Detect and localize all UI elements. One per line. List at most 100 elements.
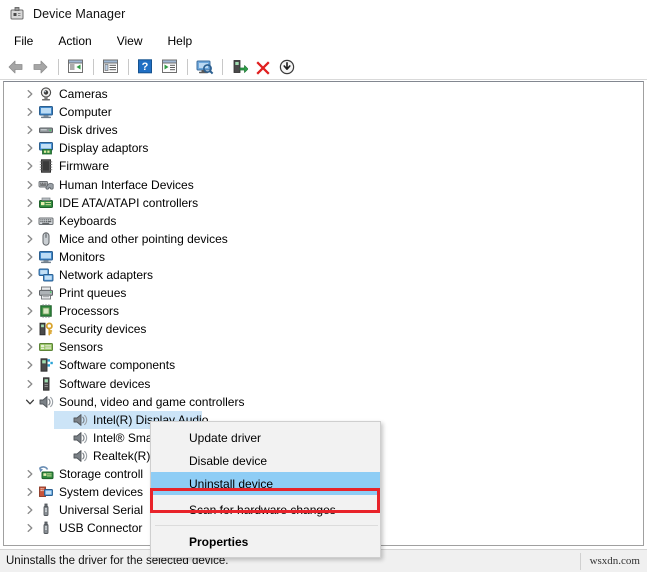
menu-file[interactable]: File xyxy=(10,31,43,51)
tree-node[interactable]: Cameras xyxy=(4,85,643,103)
chevron-right-icon[interactable] xyxy=(22,86,38,102)
tree-node-label: Cameras xyxy=(59,87,108,102)
show-hide-action-pane-button[interactable] xyxy=(158,56,180,78)
context-menu-item-scan-for-hardware-changes[interactable]: Scan for hardware changes xyxy=(151,498,380,521)
menu-bar: File Action View Help xyxy=(0,28,647,54)
context-menu-separator xyxy=(155,525,378,526)
menu-view[interactable]: View xyxy=(113,31,153,51)
tree-node[interactable]: Firmware xyxy=(4,157,643,175)
processor-icon xyxy=(38,303,54,319)
chevron-right-icon[interactable] xyxy=(22,122,38,138)
tree-node[interactable]: Print queues xyxy=(4,284,643,302)
uninstall-device-button[interactable] xyxy=(252,56,274,78)
cut-off-bottom-row xyxy=(0,566,647,572)
tree-node-label: USB Connector xyxy=(59,521,143,536)
chevron-right-icon[interactable] xyxy=(22,104,38,120)
window-title: Device Manager xyxy=(33,7,126,21)
tree-node[interactable]: Human Interface Devices xyxy=(4,175,643,193)
chevron-right-icon[interactable] xyxy=(22,339,38,355)
chevron-down-icon[interactable] xyxy=(22,394,38,410)
properties-button[interactable] xyxy=(99,56,121,78)
tree-node[interactable]: Security devices xyxy=(4,320,643,338)
tree-node[interactable]: Network adapters xyxy=(4,266,643,284)
tree-node[interactable]: Disk drives xyxy=(4,121,643,139)
tree-node[interactable]: IDE ATA/ATAPI controllers xyxy=(4,194,643,212)
speaker-icon xyxy=(72,448,88,464)
tree-node[interactable]: Software components xyxy=(4,356,643,374)
device-manager-icon xyxy=(9,6,25,22)
disable-device-button[interactable] xyxy=(276,56,298,78)
tree-node-label: Keyboards xyxy=(59,213,117,228)
hid-icon xyxy=(38,177,54,193)
tree-node-label: Sensors xyxy=(59,340,104,355)
chevron-right-icon[interactable] xyxy=(22,321,38,337)
tree-node-label: Disk drives xyxy=(59,123,118,138)
chevron-right-icon[interactable] xyxy=(22,466,38,482)
toolbar-separator xyxy=(58,58,59,75)
toolbar-separator xyxy=(93,58,94,75)
chevron-right-icon[interactable] xyxy=(22,158,38,174)
back-button[interactable] xyxy=(5,56,27,78)
chevron-right-icon[interactable] xyxy=(22,520,38,536)
camera-icon xyxy=(38,86,54,102)
tree-node-label: Software components xyxy=(59,358,176,373)
chevron-right-icon[interactable] xyxy=(22,285,38,301)
chevron-right-icon[interactable] xyxy=(22,140,38,156)
tree-node[interactable]: Keyboards xyxy=(4,212,643,230)
storage-controller-icon xyxy=(38,466,54,482)
chevron-right-icon[interactable] xyxy=(22,249,38,265)
chevron-right-icon[interactable] xyxy=(22,502,38,518)
chevron-right-icon[interactable] xyxy=(22,484,38,500)
context-menu[interactable]: Update driver Disable device Uninstall d… xyxy=(150,421,381,558)
speaker-icon xyxy=(38,394,54,410)
chevron-right-icon[interactable] xyxy=(22,303,38,319)
tree-node[interactable]: Display adaptors xyxy=(4,139,643,157)
network-adapter-icon xyxy=(38,267,54,283)
tree-node-label: Sound, video and game controllers xyxy=(59,394,245,409)
tree-node[interactable]: Computer xyxy=(4,103,643,121)
toolbar: ? xyxy=(0,54,647,80)
usb-icon xyxy=(38,502,54,518)
tree-node[interactable]: Monitors xyxy=(4,248,643,266)
software-device-icon xyxy=(38,376,54,392)
update-driver-button[interactable] xyxy=(228,56,250,78)
tree-node[interactable]: Processors xyxy=(4,302,643,320)
tree-node[interactable]: Mice and other pointing devices xyxy=(4,230,643,248)
title-bar: Device Manager xyxy=(0,0,647,28)
monitor-icon xyxy=(38,249,54,265)
tree-node[interactable]: Sound, video and game controllers xyxy=(4,393,643,411)
chevron-right-icon[interactable] xyxy=(22,376,38,392)
help-button[interactable]: ? xyxy=(134,56,156,78)
computer-monitor-icon xyxy=(38,104,54,120)
chevron-right-icon[interactable] xyxy=(22,195,38,211)
context-menu-item-update-driver[interactable]: Update driver xyxy=(151,426,380,449)
tree-node[interactable]: Sensors xyxy=(4,338,643,356)
context-menu-item-properties[interactable]: Properties xyxy=(151,530,380,553)
context-menu-item-uninstall-device[interactable]: Uninstall device xyxy=(151,472,380,495)
context-menu-item-disable-device[interactable]: Disable device xyxy=(151,449,380,472)
toolbar-separator xyxy=(187,58,188,75)
tree-node-label: Security devices xyxy=(59,322,147,337)
tree-node-label: System devices xyxy=(59,485,144,500)
ide-controller-icon xyxy=(38,195,54,211)
tree-node-label: IDE ATA/ATAPI controllers xyxy=(59,195,199,210)
security-key-icon xyxy=(38,321,54,337)
chevron-right-icon[interactable] xyxy=(22,357,38,373)
tree-node[interactable]: Software devices xyxy=(4,375,643,393)
show-hide-console-tree-button[interactable] xyxy=(64,56,86,78)
tree-node-label: Display adaptors xyxy=(59,141,149,156)
forward-button[interactable] xyxy=(29,56,51,78)
tree-node-label: Firmware xyxy=(59,159,109,174)
firmware-chip-icon xyxy=(38,158,54,174)
chevron-right-icon[interactable] xyxy=(22,177,38,193)
system-device-icon xyxy=(38,484,54,500)
chevron-right-icon[interactable] xyxy=(22,267,38,283)
speaker-icon xyxy=(72,430,88,446)
chevron-right-icon[interactable] xyxy=(22,231,38,247)
menu-help[interactable]: Help xyxy=(164,31,203,51)
chevron-right-icon[interactable] xyxy=(22,213,38,229)
menu-action[interactable]: Action xyxy=(54,31,101,51)
mouse-icon xyxy=(38,231,54,247)
scan-for-hardware-changes-button[interactable] xyxy=(193,56,215,78)
